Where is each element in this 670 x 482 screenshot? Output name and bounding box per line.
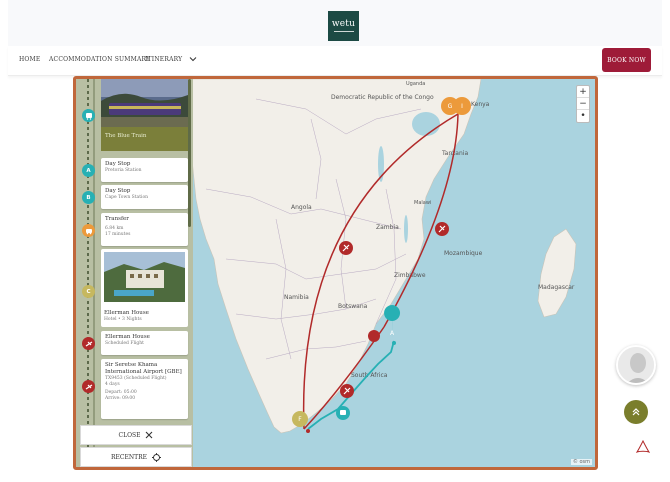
- label-kenya: Kenya: [471, 101, 490, 108]
- label-botswana: Botswana: [338, 303, 368, 310]
- marker-b: B: [82, 191, 95, 204]
- plane-icon: [82, 380, 95, 393]
- label-drc: Democratic Republic of the Congo: [331, 94, 434, 101]
- marker-c: C: [82, 285, 95, 298]
- recentre-label: RECENTRE: [110, 453, 148, 461]
- train-card-title: The Blue Train: [105, 133, 147, 139]
- itinerary-item-airport[interactable]: Sir Seretse Khama International Airport …: [101, 359, 188, 419]
- item-subtitle: Pretoria Station: [105, 168, 142, 173]
- train-photo: [101, 79, 188, 127]
- person-icon: [618, 347, 654, 383]
- pretoria-dot: [392, 341, 396, 345]
- lake-malawi: [404, 215, 408, 243]
- sidebar-scrollbar[interactable]: [188, 79, 191, 227]
- label-angola: Angola: [291, 204, 312, 211]
- zoom-in-button[interactable]: +: [577, 86, 589, 98]
- flight-marker-4[interactable]: [368, 330, 380, 342]
- zoom-out-button[interactable]: −: [577, 98, 589, 110]
- close-button[interactable]: CLOSE: [80, 425, 192, 445]
- label-malawi: Malawi: [414, 200, 431, 206]
- zoom-reset-button[interactable]: •: [577, 110, 589, 122]
- crosshair-icon: [152, 452, 162, 462]
- recentre-button[interactable]: RECENTRE: [80, 447, 192, 467]
- itinerary-item-day-stop-b[interactable]: Day Stop Cape Town Station: [101, 185, 188, 209]
- nav-home[interactable]: HOME: [19, 56, 40, 63]
- pin-i[interactable]: I: [453, 97, 471, 115]
- pdf-icon[interactable]: [636, 440, 650, 456]
- brand-bar: wetu: [8, 0, 662, 46]
- close-icon: [146, 431, 153, 439]
- nav-itinerary[interactable]: ITINERARY: [145, 56, 182, 63]
- map-frame: Democratic Republic of the Congo Angola …: [73, 76, 598, 470]
- item-detail: 4 days: [105, 382, 120, 387]
- item-title: Transfer: [105, 216, 129, 222]
- pin-i-label: I: [461, 103, 463, 110]
- wetu-logo[interactable]: wetu: [328, 11, 359, 41]
- scroll-top-button[interactable]: [624, 400, 648, 424]
- double-chevron-up-icon: [632, 408, 640, 416]
- flight-marker-3[interactable]: [340, 384, 354, 398]
- flight-marker-1[interactable]: [339, 241, 353, 255]
- lake-victoria: [412, 112, 440, 136]
- pin-f[interactable]: F: [292, 411, 308, 427]
- car-transfer-icon: [82, 224, 95, 237]
- train-card[interactable]: The Blue Train: [101, 79, 188, 151]
- timeline-track: [87, 79, 89, 467]
- item-detail: 17 minutes: [105, 232, 131, 237]
- label-uganda: Uganda: [406, 81, 425, 87]
- zoom-control: + − •: [576, 85, 590, 123]
- marker-a: A: [82, 164, 95, 177]
- label-mozambique: Mozambique: [444, 250, 483, 257]
- train-marker[interactable]: [336, 406, 350, 420]
- label-namibia: Namibia: [284, 294, 309, 301]
- main-nav: HOME ACCOMMODATION SUMMARY ITINERARY BOO…: [8, 46, 662, 76]
- item-title: Ellerman House: [104, 310, 149, 316]
- itinerary-item-day-stop-a[interactable]: Day Stop Pretoria Station: [101, 158, 188, 182]
- nav-accommodation-summary[interactable]: ACCOMMODATION SUMMARY: [49, 56, 150, 63]
- item-subtitle: Scheduled Flight: [105, 341, 144, 346]
- logo-rule: [333, 31, 354, 32]
- item-title: Ellerman House: [105, 334, 150, 340]
- label-madagascar: Madagascar: [538, 284, 575, 291]
- page: wetu HOME ACCOMMODATION SUMMARY ITINERAR…: [0, 0, 670, 482]
- close-label: CLOSE: [118, 431, 141, 439]
- hotel-photo: [104, 252, 185, 302]
- logo-text: wetu: [331, 19, 356, 29]
- plane-icon: [82, 337, 95, 350]
- item-arrive: Arrive: 09:00: [105, 396, 136, 401]
- item-title: Day Stop: [105, 161, 131, 167]
- itinerary-sidebar: The Blue Train Day Stop Pretoria Station…: [76, 79, 193, 467]
- consultant-avatar[interactable]: [616, 345, 656, 385]
- timeline-rail: [93, 79, 95, 467]
- itinerary-item-scheduled-flight[interactable]: Ellerman House Scheduled Flight: [101, 331, 188, 355]
- item-title: Day Stop: [105, 188, 131, 194]
- item-subtitle: Cape Town Station: [105, 195, 149, 200]
- train-marker-icon: [82, 109, 95, 122]
- pin-f-label: F: [298, 416, 302, 423]
- chevron-down-icon[interactable]: [188, 54, 198, 64]
- map-attribution[interactable]: © osm: [570, 459, 592, 465]
- label-zambia: Zambia: [376, 224, 399, 231]
- itinerary-item-transfer[interactable]: Transfer 6.84 km 17 minutes: [101, 213, 188, 246]
- flight-marker-2[interactable]: [435, 222, 449, 236]
- book-now-button[interactable]: BOOK NOW: [602, 48, 651, 72]
- cape-town-dot: [306, 429, 310, 433]
- pin-g-label: G: [448, 103, 453, 110]
- item-subtitle: Hotel • 3 Nights: [104, 317, 142, 322]
- itinerary-item-ellerman-house[interactable]: Ellerman House Hotel • 3 Nights: [101, 249, 188, 327]
- item-title: Sir Seretse Khama International Airport …: [105, 362, 182, 375]
